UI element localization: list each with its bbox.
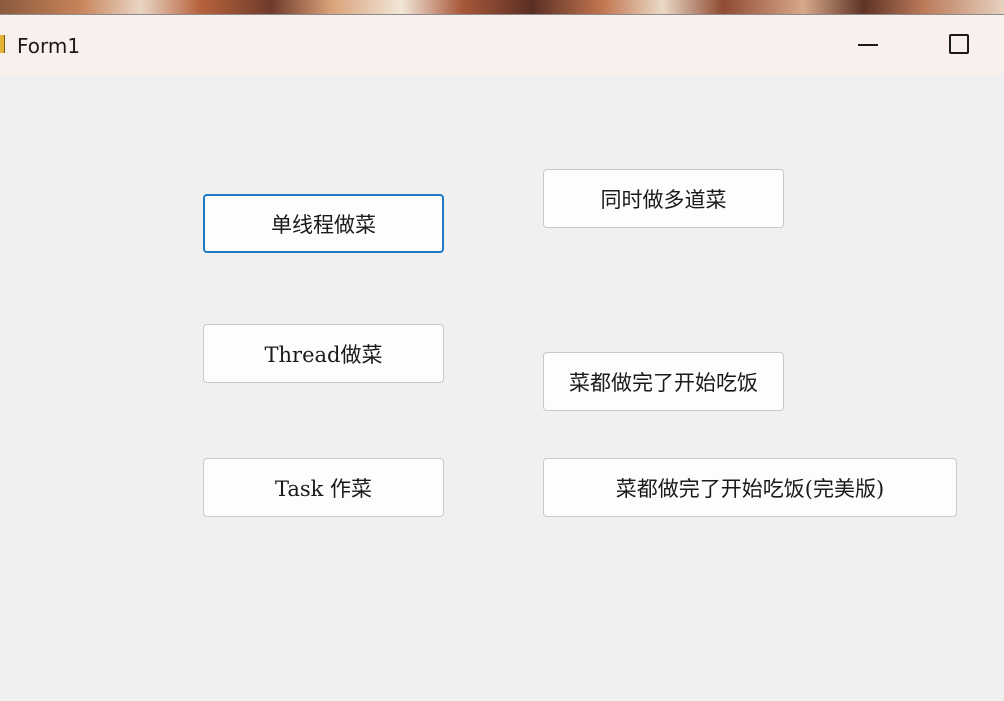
title-bar[interactable]: Form1	[0, 15, 1004, 75]
minimize-icon	[858, 44, 878, 46]
eat-when-done-full-button[interactable]: 菜都做完了开始吃饭(完美版)	[543, 458, 957, 517]
thread-cook-button[interactable]: Thread做菜	[203, 324, 444, 383]
desktop-wallpaper-strip	[0, 0, 1004, 14]
task-cook-button[interactable]: Task 作菜	[203, 458, 444, 517]
window-title: Form1	[17, 34, 81, 58]
maximize-button[interactable]	[937, 29, 981, 61]
form-app-icon	[0, 35, 5, 53]
maximize-icon	[949, 34, 969, 54]
eat-when-done-button[interactable]: 菜都做完了开始吃饭	[543, 352, 784, 411]
form-window: Form1 单线程做菜 同时做多道菜 Thread做菜 菜都做完了开始吃饭 Ta…	[0, 14, 1004, 701]
multi-dish-cook-button[interactable]: 同时做多道菜	[543, 169, 784, 228]
minimize-button[interactable]	[846, 29, 890, 61]
single-thread-cook-button[interactable]: 单线程做菜	[203, 194, 444, 253]
